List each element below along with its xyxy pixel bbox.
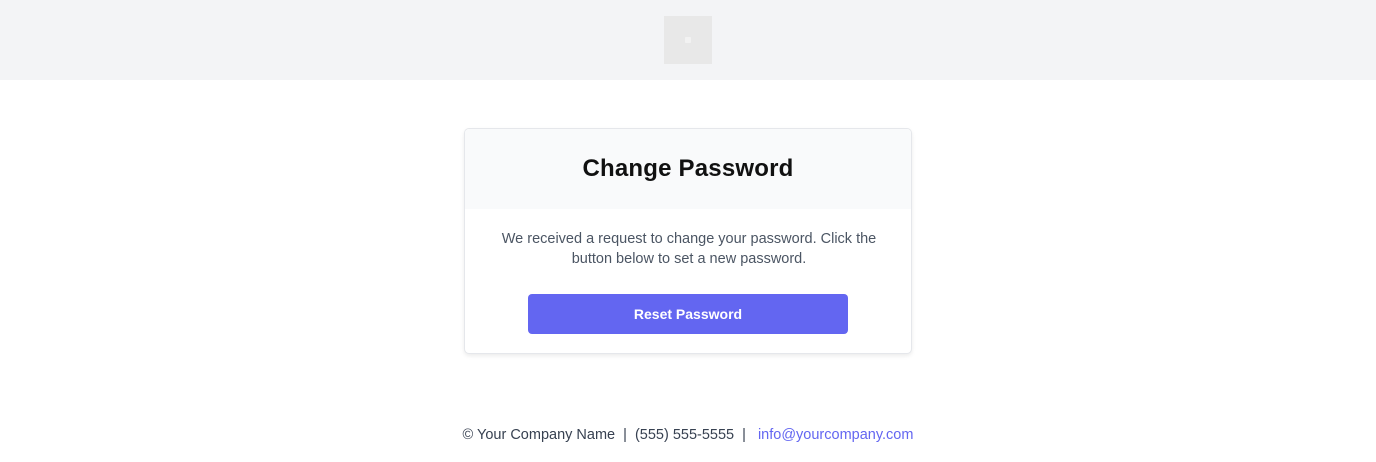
card-body: We received a request to change your pas…	[465, 209, 911, 334]
image-placeholder-icon	[685, 37, 691, 43]
footer: © Your Company Name | (555) 555-5555 | i…	[0, 425, 1376, 445]
logo-placeholder	[664, 16, 712, 64]
footer-email-link[interactable]: info@yourcompany.com	[758, 427, 914, 443]
footer-separator: |	[623, 427, 627, 443]
page-title: Change Password	[582, 155, 794, 182]
footer-separator: |	[742, 427, 746, 443]
card-header: Change Password	[465, 129, 911, 209]
email-header	[0, 0, 1376, 80]
change-password-card: Change Password We received a request to…	[464, 128, 912, 354]
footer-company: © Your Company Name	[462, 427, 616, 443]
reset-password-button[interactable]: Reset Password	[528, 294, 848, 334]
footer-phone: (555) 555-5555	[634, 427, 735, 443]
card-message: We received a request to change your pas…	[501, 231, 877, 267]
